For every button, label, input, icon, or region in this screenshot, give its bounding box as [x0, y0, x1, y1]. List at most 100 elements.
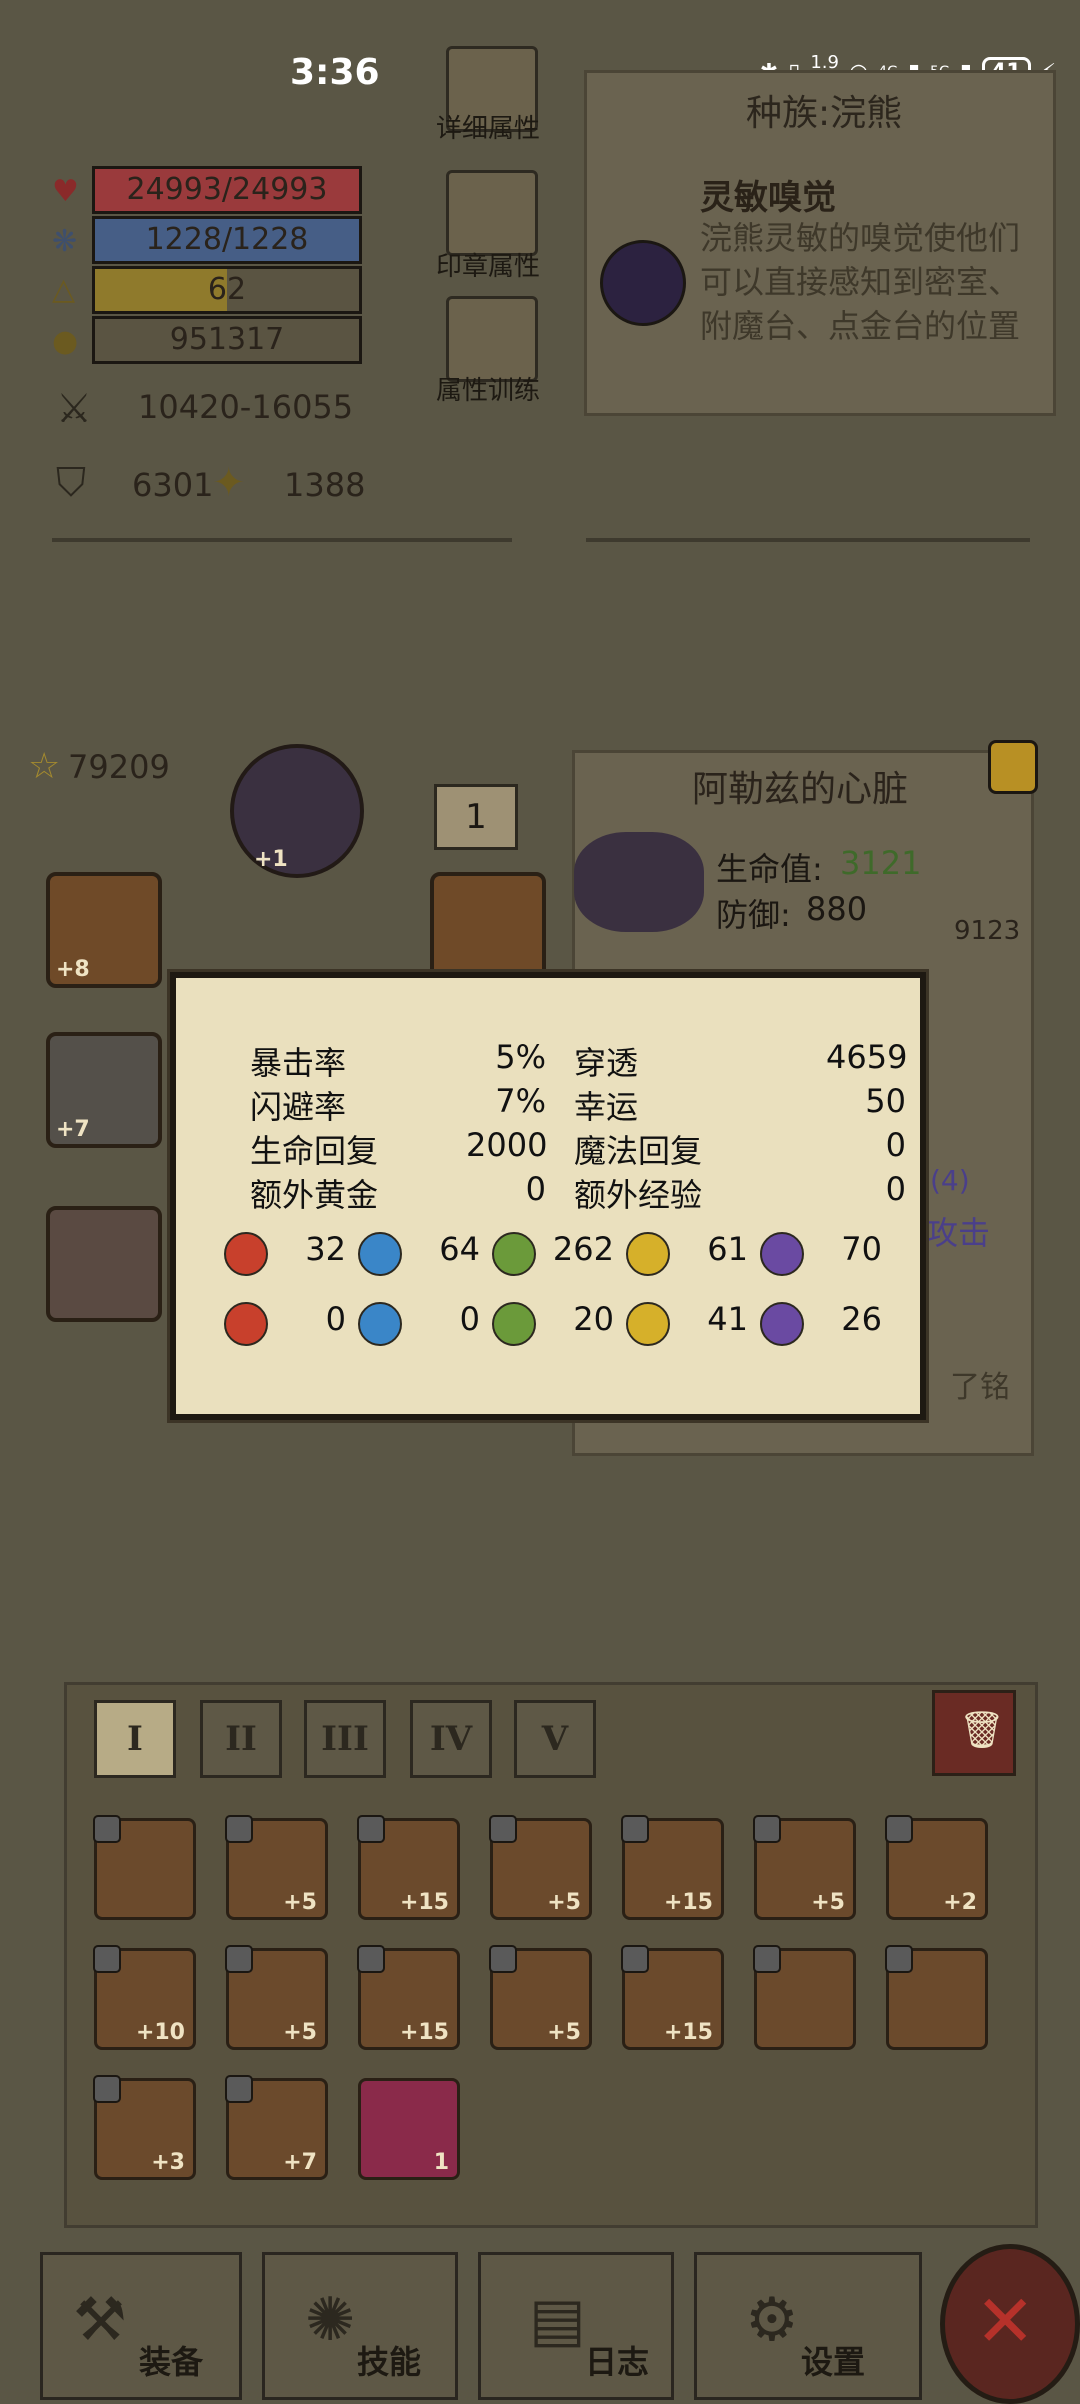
- nav-equip-button[interactable]: ⚒ 装备: [40, 2252, 242, 2400]
- lock-icon: [93, 2075, 121, 2103]
- level-value: 62: [207, 272, 247, 307]
- item-hp-label: 生命值:: [716, 850, 823, 888]
- trash-button[interactable]: 🗑: [932, 1690, 1016, 1776]
- inventory-item[interactable]: +5: [489, 1815, 592, 1920]
- nav-equip-label: 装备: [139, 2343, 204, 2381]
- popup-stat-label: 额外黄金: [250, 1176, 379, 1214]
- inventory-item[interactable]: [885, 1945, 988, 2050]
- inventory-item[interactable]: [93, 1815, 196, 1920]
- item-partial-b: 攻击: [926, 1214, 991, 1252]
- swords-icon: ⚔: [56, 386, 92, 432]
- lock-icon: [885, 1945, 913, 1973]
- seal-attr-label: 印章属性: [435, 252, 540, 282]
- inventory-item[interactable]: +3: [93, 2075, 196, 2180]
- gear-level: +7: [56, 1117, 90, 1142]
- item-level: +5: [811, 1890, 845, 1915]
- seal-attr-button[interactable]: [446, 170, 538, 256]
- item-level: 1: [433, 2150, 449, 2175]
- fire-shield-icon: [224, 1302, 268, 1346]
- lock-icon: [93, 1815, 121, 1843]
- item-level: +5: [283, 2020, 317, 2045]
- gear-power: 79209: [68, 748, 170, 786]
- popup-stat-value: 7%: [495, 1082, 546, 1120]
- item-level: +15: [399, 1890, 449, 1915]
- inventory-item[interactable]: 1: [358, 2078, 460, 2180]
- inventory-item[interactable]: [753, 1945, 856, 2050]
- lock-icon: [225, 2075, 253, 2103]
- popup-stat-value: 5%: [495, 1038, 546, 1076]
- slot-counter[interactable]: 1: [434, 784, 518, 850]
- item-level: +2: [943, 1890, 977, 1915]
- gear-slot-amulet[interactable]: [430, 872, 546, 988]
- leaf-icon: [492, 1232, 536, 1276]
- nav-log-button[interactable]: ▤ 日志: [478, 2252, 674, 2400]
- popup-stat-value: 0: [885, 1170, 906, 1208]
- inventory-tab-5[interactable]: V: [514, 1700, 596, 1778]
- gear-level: +8: [56, 957, 90, 982]
- inventory-item[interactable]: +10: [93, 1945, 196, 2050]
- nav-settings-button[interactable]: ⚙ 设置: [694, 2252, 922, 2400]
- inventory-item[interactable]: +5: [753, 1815, 856, 1920]
- gear-slot-gloves[interactable]: [46, 1206, 162, 1322]
- inventory-tab-4[interactable]: IV: [410, 1700, 492, 1778]
- element-value: 64: [439, 1230, 480, 1268]
- lock-icon[interactable]: [988, 740, 1038, 794]
- lightning-icon: [626, 1232, 670, 1276]
- inventory-tab-1[interactable]: I: [94, 1700, 176, 1778]
- element-value: 32: [305, 1230, 346, 1268]
- gold-icon: ●: [52, 324, 79, 359]
- item-level: +5: [547, 1890, 581, 1915]
- helm-level: +1: [254, 847, 288, 872]
- inventory-item[interactable]: +5: [489, 1945, 592, 2050]
- inventory-item[interactable]: +15: [357, 1815, 460, 1920]
- nav-skill-button[interactable]: ✺ 技能: [262, 2252, 458, 2400]
- level-icon: △: [52, 272, 76, 307]
- lock-icon: [357, 1815, 385, 1843]
- lock-icon: [885, 1815, 913, 1843]
- shield-icon: ⛉: [56, 460, 86, 506]
- inventory-item[interactable]: +7: [225, 2075, 328, 2180]
- inventory-tab-3[interactable]: III: [304, 1700, 386, 1778]
- popup-stat-value: 2000: [466, 1126, 548, 1164]
- gear-icon: ⚙: [745, 2285, 799, 2355]
- item-title: 阿勒兹的心脏: [691, 769, 908, 810]
- attr-training-label: 属性训练: [435, 376, 540, 406]
- item-level: +15: [663, 1890, 713, 1915]
- water-shield-icon: [358, 1302, 402, 1346]
- inventory-tab-2[interactable]: II: [200, 1700, 282, 1778]
- hp-value: 24993/24993: [126, 172, 328, 207]
- element-value: 70: [841, 1230, 882, 1268]
- stats-popup[interactable]: 暴击率 5% 穿透 4659 闪避率 7% 幸运 50 生命回复 2000 魔法回复 0 额外黄金 0 额外…: [170, 972, 926, 1420]
- element-value: 262: [552, 1230, 614, 1268]
- water-icon: [358, 1232, 402, 1276]
- inventory-item[interactable]: +15: [621, 1945, 724, 2050]
- heart-item-icon: [574, 832, 704, 932]
- item-hp-value: 3121: [840, 844, 922, 882]
- nav-settings-label: 设置: [801, 2343, 866, 2381]
- lock-icon: [225, 1815, 253, 1843]
- element-value: 61: [707, 1230, 748, 1268]
- trash-icon: 🗑: [959, 1710, 1005, 1751]
- item-level: +7: [283, 2150, 317, 2175]
- hp-bar: 24993/24993: [92, 166, 362, 214]
- defense-value: 6301: [132, 466, 214, 504]
- item-level: +15: [663, 2020, 713, 2045]
- lock-icon: [621, 1815, 649, 1843]
- race-title: 种族:浣熊: [746, 93, 903, 134]
- inventory-item[interactable]: +2: [885, 1815, 988, 1920]
- popup-stat-label: 幸运: [574, 1088, 639, 1126]
- inventory-item[interactable]: +15: [621, 1815, 724, 1920]
- axe-icon: ⚒: [73, 2285, 127, 2355]
- item-partial-c: 了铭: [950, 1370, 1010, 1405]
- item-level: +15: [399, 2020, 449, 2045]
- inventory-item[interactable]: +5: [225, 1815, 328, 1920]
- popup-stat-value: 50: [865, 1082, 906, 1120]
- helm-slot[interactable]: +1: [230, 744, 364, 878]
- gear-slot-hammer[interactable]: +7: [46, 1032, 162, 1148]
- popup-stat-value: 4659: [826, 1038, 908, 1076]
- item-power: 9123: [954, 916, 1021, 946]
- inventory-item[interactable]: +15: [357, 1945, 460, 2050]
- gear-slot-weapon-left[interactable]: +8: [46, 872, 162, 988]
- inventory-item[interactable]: +5: [225, 1945, 328, 2050]
- close-button[interactable]: ✕: [940, 2244, 1080, 2404]
